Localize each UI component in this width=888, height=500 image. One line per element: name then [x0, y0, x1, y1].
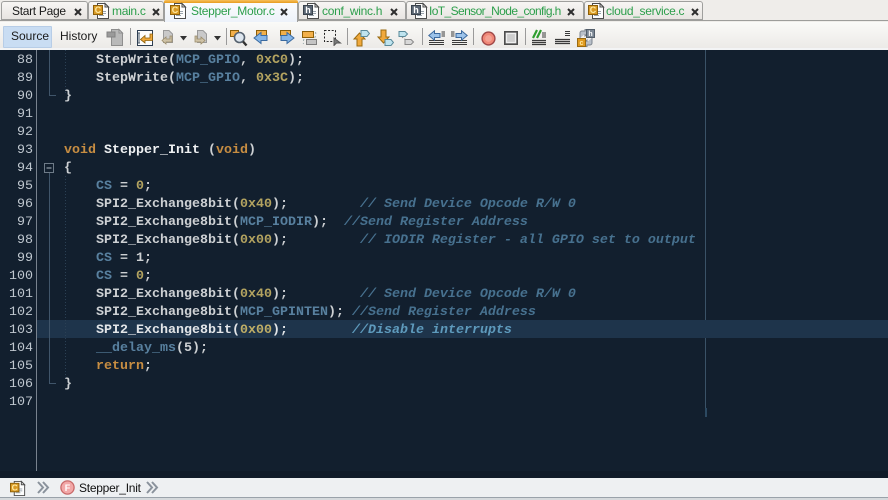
svg-text:c: c: [580, 40, 584, 47]
svg-text:h: h: [413, 5, 419, 15]
svg-text:h: h: [305, 5, 311, 15]
svg-text:C: C: [172, 5, 179, 15]
svg-text:h: h: [588, 31, 592, 38]
svg-text:F: F: [65, 483, 71, 493]
svg-text:C: C: [590, 5, 597, 15]
svg-text:C: C: [12, 482, 18, 492]
svg-text:C: C: [95, 5, 102, 15]
